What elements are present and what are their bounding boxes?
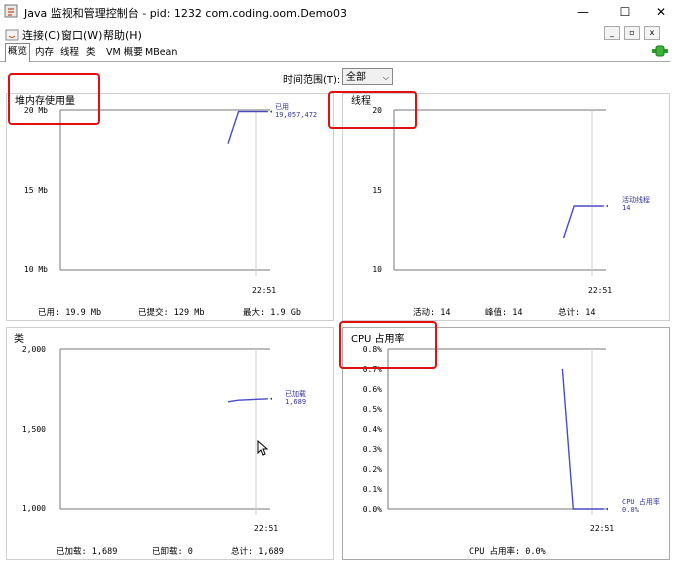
cpu-xtick: 22:51 [590,524,615,533]
heap-legend-value: 19,057,472 [275,111,318,119]
threads-footer-live: 活动: 14 [413,308,451,318]
menu-window[interactable]: 窗口(W) [61,27,102,43]
cpu-footer-usage: CPU 占用率: 0.0% [469,547,546,557]
tab-classes[interactable]: 类 [84,45,98,60]
title-bar: Java 监视和管理控制台 - pid: 1232 com.coding.oom… [0,0,670,24]
cpu-ytick-6: 0.2% [362,465,382,474]
classes-footer-unloaded: 已卸载: 0 [152,547,193,557]
highlight-box-threads [328,91,417,129]
jconsole-window: Java 监视和管理控制台 - pid: 1232 com.coding.oom… [0,0,671,566]
menu-help[interactable]: 帮助(H) [103,27,142,43]
tab-threads[interactable]: 线程 [58,45,81,60]
series-end-marker [269,110,272,113]
cpu-legend-value: 0.0% [622,506,639,514]
classes-ytick-bottom: 1,000 [21,504,46,513]
minimize-button[interactable]: — [568,2,598,22]
cpu-ytick-3: 0.5% [362,405,382,414]
connection-status-icon [652,45,668,57]
classes-legend: 已加载 1,689 [285,390,306,406]
classes-footer-loaded: 已加载: 1,689 [56,547,118,557]
chevron-down-icon: ⌵ [382,73,389,82]
highlight-box-cpu [339,321,437,369]
classes-xtick: 22:51 [254,524,279,533]
menu-connection[interactable]: 连接(C) [22,27,60,43]
time-range-value: 全部 [346,72,366,83]
heap-ytick-mid: 15 Mb [23,186,48,195]
heap-footer-max: 最大: 1.9 Gb [243,308,301,318]
threads-ytick-bottom: 10 [372,265,382,274]
tab-mbean[interactable]: MBean [143,45,179,60]
cpu-legend-name: CPU 占用率 [622,498,660,506]
cpu-series-usage [561,368,604,510]
tab-memory[interactable]: 内存 [33,45,56,60]
inner-minimize-button[interactable]: _ [604,26,620,40]
cpu-legend: CPU 占用率 0.0% [622,498,660,514]
heap-chart [59,109,272,276]
threads-legend: 活动线程 14 [622,196,650,212]
background-edge [670,0,684,566]
series-end-marker [605,204,608,208]
threads-legend-name: 活动线程 [622,196,650,204]
classes-series-loaded [227,398,268,403]
cpu-chart [387,348,608,515]
heap-legend-name: 已用 [275,103,289,111]
threads-ytick-mid: 15 [372,186,382,195]
heap-xtick: 22:51 [252,286,277,295]
mouse-cursor-icon [257,440,269,456]
time-range-select[interactable]: 全部 ⌵ [342,68,393,85]
tab-vm-summary[interactable]: VM 概要 [104,45,145,60]
java-cup-icon [5,29,19,41]
time-range-label: 时间范围(T): [283,75,341,86]
series-end-marker [269,397,272,401]
inner-close-button[interactable]: x [644,26,660,40]
classes-legend-value: 1,689 [285,398,307,406]
cpu-ytick-2: 0.6% [362,385,382,394]
cpu-ytick-4: 0.4% [362,425,382,434]
classes-chart [59,348,272,515]
heap-footer-used: 已用: 19.9 Mb [38,308,102,318]
classes-panel-title: 类 [14,334,24,345]
classes-ytick-mid: 1,500 [21,425,46,434]
heap-ytick-bottom: 10 Mb [23,265,48,274]
threads-xtick: 22:51 [588,286,613,295]
heap-series-used [227,110,268,144]
tab-bar [0,42,670,62]
heap-footer-committed: 已提交: 129 Mb [138,308,205,318]
tab-overview[interactable]: 概览 [5,43,31,62]
threads-footer-total: 总计: 14 [558,308,596,318]
threads-footer-peak: 峰值: 14 [485,308,523,318]
classes-legend-name: 已加载 [285,390,306,398]
threads-chart [393,109,608,276]
inner-restore-button[interactable]: ▫ [624,26,640,40]
java-app-icon [4,4,18,18]
threads-legend-value: 14 [622,204,631,212]
window-title: Java 监视和管理控制台 - pid: 1232 com.coding.oom… [24,7,348,20]
classes-ytick-top: 2,000 [21,345,46,354]
threads-series-live [562,205,604,239]
maximize-button[interactable]: ☐ [610,2,640,22]
cpu-ytick-7: 0.1% [362,485,382,494]
highlight-box-heap [8,73,100,125]
cpu-ytick-5: 0.3% [362,445,382,454]
classes-footer-total: 总计: 1,689 [231,547,284,557]
heap-legend: 已用 19,057,472 [275,103,317,119]
series-end-marker [605,507,608,511]
cpu-ytick-8: 0.0% [362,505,382,514]
